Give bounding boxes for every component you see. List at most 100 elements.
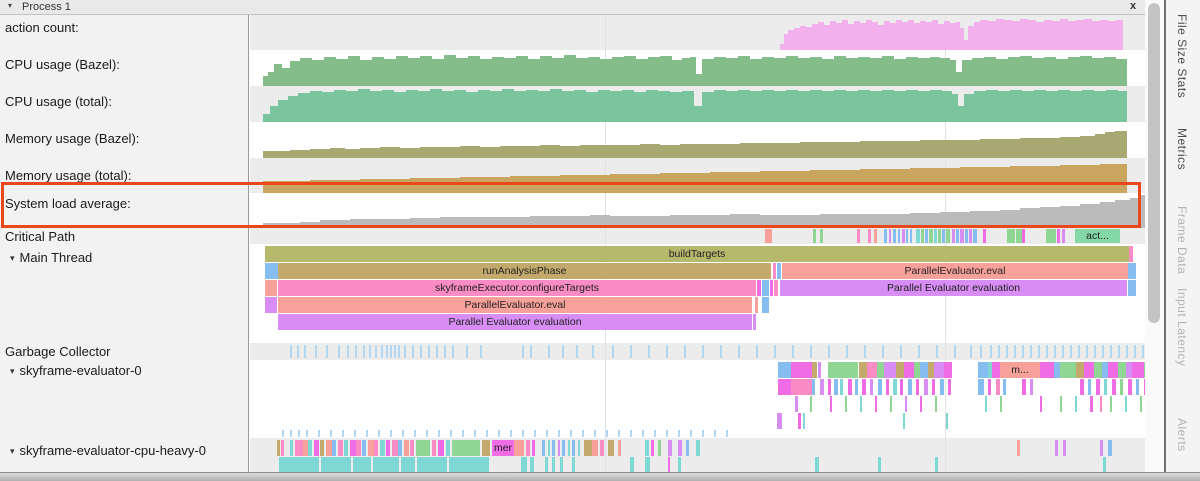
trace-slice[interactable] [1142, 345, 1144, 358]
trace-slice[interactable] [356, 440, 361, 456]
trace-slice[interactable] [992, 362, 1000, 378]
trace-slice[interactable] [777, 263, 781, 279]
trace-slice[interactable] [612, 345, 614, 358]
trace-slice[interactable] [279, 457, 319, 472]
trace-slice[interactable] [980, 345, 982, 358]
trace-slice[interactable] [666, 345, 668, 358]
trace-slice[interactable] [338, 345, 340, 358]
trace-slice[interactable] [828, 379, 831, 395]
trace-slice[interactable] [1040, 362, 1054, 378]
trace-slice[interactable] [592, 345, 594, 358]
trace-slice[interactable] [985, 396, 987, 412]
trace-slice[interactable] [594, 430, 596, 437]
trace-slice[interactable] [890, 396, 892, 412]
trace-slice[interactable] [645, 440, 649, 456]
trace-slice[interactable] [281, 440, 284, 456]
trace-slice-labeled[interactable]: buildTargets [265, 246, 1129, 262]
trace-slice[interactable] [618, 440, 621, 456]
trace-slice[interactable] [666, 430, 668, 437]
trace-slice[interactable] [774, 345, 776, 358]
trace-slice[interactable] [690, 430, 692, 437]
trace-slice[interactable] [1084, 362, 1094, 378]
trace-slice[interactable] [889, 229, 891, 243]
vertical-scrollbar-thumb[interactable] [1148, 3, 1160, 323]
trace-slice[interactable] [773, 263, 776, 279]
trace-slice[interactable] [678, 440, 682, 456]
trace-slice[interactable] [812, 379, 815, 395]
trace-slice[interactable] [1046, 345, 1048, 358]
trace-slice[interactable] [315, 345, 317, 358]
timeline-canvas[interactable]: act...buildTargetsrunAnalysisPhaseParall… [250, 15, 1145, 472]
trace-slice[interactable] [438, 430, 440, 437]
trace-slice[interactable] [678, 430, 680, 437]
trace-slice[interactable] [295, 440, 303, 456]
trace-slice[interactable] [265, 297, 277, 313]
trace-slice[interactable] [412, 345, 414, 358]
trace-slice[interactable] [398, 345, 400, 358]
trace-slice[interactable] [1096, 379, 1100, 395]
trace-slice[interactable] [998, 345, 1000, 358]
trace-slice[interactable] [757, 280, 761, 296]
trace-slice[interactable] [330, 430, 332, 437]
trace-slice[interactable] [916, 229, 920, 243]
trace-slice[interactable] [449, 457, 489, 472]
trace-slice[interactable] [990, 345, 992, 358]
trace-slice[interactable] [1090, 396, 1093, 412]
trace-slice[interactable] [1078, 345, 1080, 358]
trace-slice[interactable] [973, 229, 977, 243]
trace-slice[interactable] [404, 440, 409, 456]
trace-slice[interactable] [874, 229, 877, 243]
trace-slice[interactable] [848, 379, 852, 395]
trace-slice[interactable] [969, 229, 972, 243]
trace-slice[interactable] [1062, 345, 1064, 358]
trace-slice[interactable] [820, 229, 823, 243]
trace-slice[interactable] [920, 362, 928, 378]
trace-slice[interactable] [903, 413, 905, 429]
trace-slice[interactable] [845, 396, 847, 412]
trace-slice[interactable] [344, 440, 348, 456]
trace-slice[interactable] [474, 430, 476, 437]
trace-slice[interactable] [648, 345, 650, 358]
trace-slice[interactable] [618, 430, 620, 437]
trace-slice[interactable] [378, 430, 380, 437]
collapse-arrow-icon[interactable]: ▾ [8, 1, 12, 10]
trace-slice[interactable] [304, 345, 306, 358]
trace-slice[interactable] [1094, 362, 1102, 378]
trace-slice[interactable] [375, 345, 377, 358]
trace-slice[interactable] [526, 440, 530, 456]
collapse-arrow-icon[interactable]: ▾ [10, 366, 15, 376]
trace-slice[interactable] [938, 229, 941, 243]
trace-slice-labeled[interactable]: Parallel Evaluator evaluation [780, 280, 1127, 296]
trace-slice[interactable] [390, 345, 392, 358]
trace-slice[interactable] [791, 379, 812, 395]
trace-slice[interactable] [668, 440, 672, 456]
trace-slice[interactable] [1040, 396, 1042, 412]
trace-slice[interactable] [355, 345, 357, 358]
trace-slice[interactable] [462, 430, 464, 437]
trace-slice[interactable] [846, 345, 848, 358]
trace-slice[interactable] [830, 396, 832, 412]
trace-slice[interactable] [1132, 362, 1144, 378]
trace-slice[interactable] [1140, 396, 1142, 412]
counter-chart-action-count[interactable] [250, 15, 1145, 50]
trace-slice[interactable] [404, 345, 406, 358]
trace-slice[interactable] [282, 430, 284, 437]
trace-slice[interactable] [1075, 396, 1077, 412]
vertical-scrollbar[interactable] [1145, 0, 1164, 472]
trace-slice[interactable] [668, 457, 670, 472]
trace-slice[interactable] [369, 345, 371, 358]
trace-slice[interactable] [1062, 229, 1065, 243]
trace-slice[interactable] [1022, 345, 1024, 358]
trace-slice[interactable] [791, 362, 812, 378]
trace-slice[interactable] [444, 345, 446, 358]
trace-slice-labeled[interactable]: Parallel Evaluator evaluation [278, 314, 752, 330]
trace-slice[interactable] [965, 229, 968, 243]
trace-slice[interactable] [498, 430, 500, 437]
trace-slice[interactable] [532, 440, 535, 456]
trace-slice[interactable] [606, 430, 608, 437]
trace-slice[interactable] [970, 345, 972, 358]
trace-slice[interactable] [1120, 379, 1123, 395]
trace-slice[interactable] [642, 430, 644, 437]
trace-slice[interactable] [828, 345, 830, 358]
trace-slice[interactable] [401, 457, 415, 472]
